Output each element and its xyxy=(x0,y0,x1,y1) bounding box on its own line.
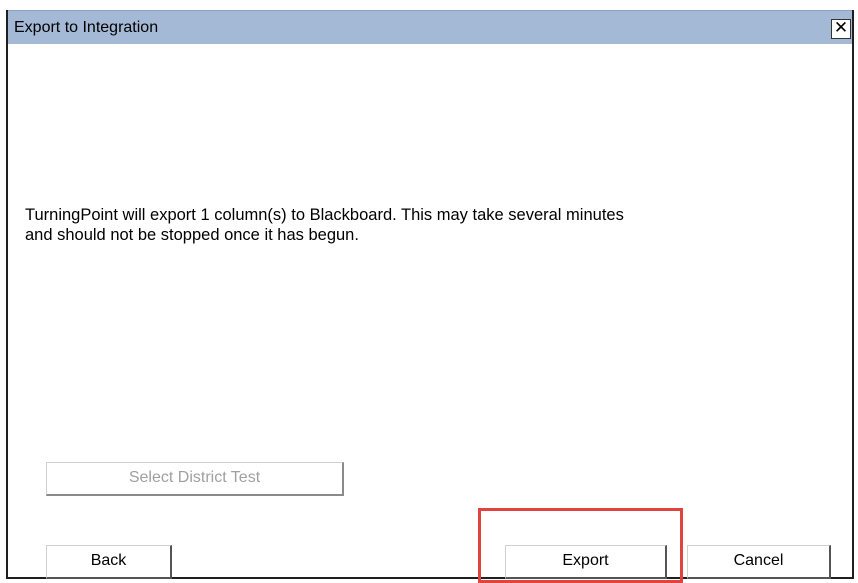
close-button[interactable]: ✕ xyxy=(831,19,851,39)
message-line-2: and should not be stopped once it has be… xyxy=(25,226,359,244)
title-bar: Export to Integration ✕ xyxy=(8,10,852,44)
export-button[interactable]: Export xyxy=(505,545,667,579)
export-dialog: Export to Integration ✕ TurningPoint wil… xyxy=(6,10,854,583)
dialog-title: Export to Integration xyxy=(14,19,159,36)
select-district-test-button[interactable]: Select District Test xyxy=(46,462,344,496)
message-line-1: TurningPoint will export 1 column(s) to … xyxy=(25,206,624,224)
back-button[interactable]: Back xyxy=(46,545,172,579)
close-icon: ✕ xyxy=(833,18,849,38)
export-message: TurningPoint will export 1 column(s) to … xyxy=(25,205,825,245)
cancel-button[interactable]: Cancel xyxy=(687,545,831,579)
